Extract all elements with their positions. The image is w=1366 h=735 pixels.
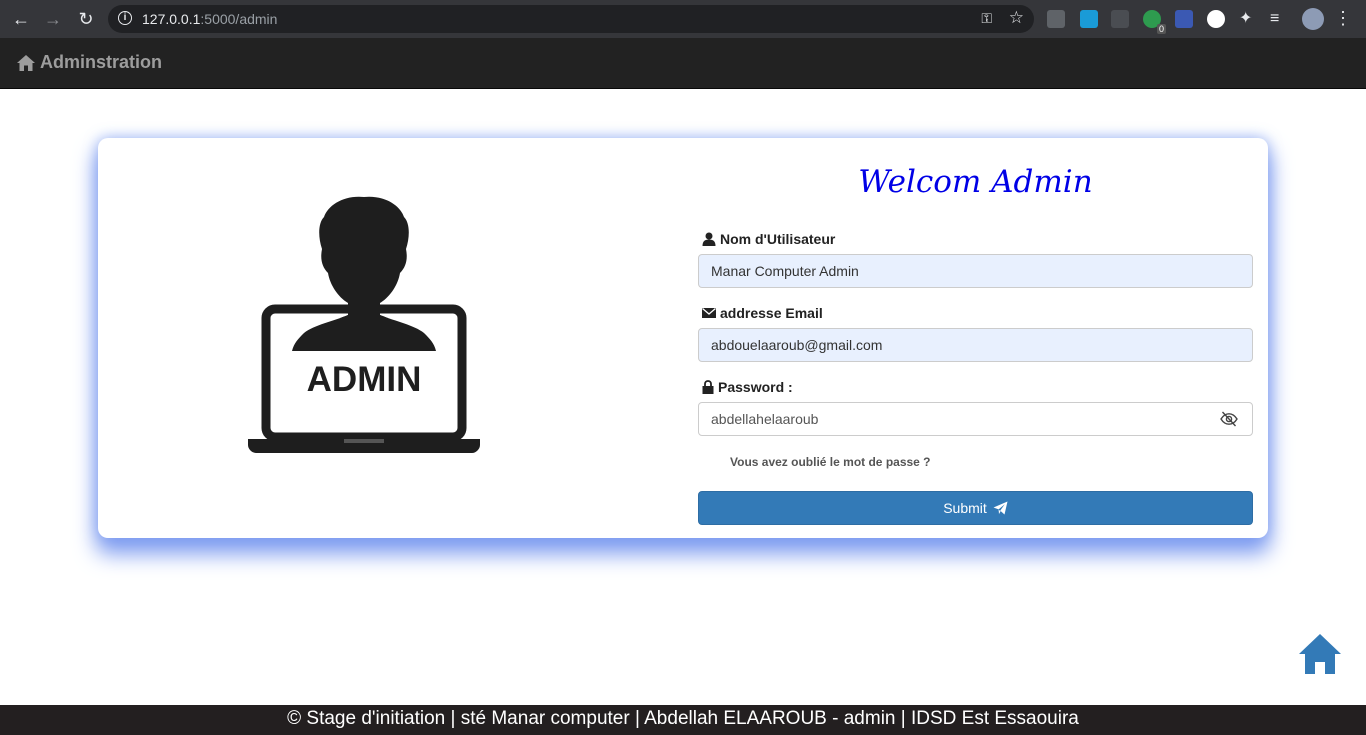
paper-plane-icon: [993, 501, 1008, 515]
submit-label: Submit: [943, 500, 987, 516]
back-icon[interactable]: ←: [11, 9, 31, 29]
home-icon: [17, 54, 35, 71]
page-title: Welcom Admin: [858, 164, 1093, 200]
profile-avatar[interactable]: [1302, 8, 1324, 30]
key-icon[interactable]: ⚿: [981, 10, 992, 27]
password-field[interactable]: abdellahelaaroub: [698, 402, 1253, 436]
url-text[interactable]: 127.0.0.1:5000/admin: [142, 11, 277, 27]
browser-menu-icon[interactable]: ⋮: [1334, 8, 1352, 28]
email-label: addresse Email: [702, 305, 823, 321]
brand-label: Adminstration: [40, 52, 163, 72]
extensions-puzzle-icon[interactable]: ✦: [1239, 10, 1257, 28]
site-info-icon[interactable]: i: [118, 11, 132, 25]
browser-toolbar: ← → ↻ i 127.0.0.1:5000/admin ⚿ ☆ 0 ✦ ≡ ⋮: [0, 0, 1366, 38]
user-icon: [702, 232, 716, 246]
forgot-password-link[interactable]: Vous avez oublié le mot de passe ?: [730, 455, 931, 469]
admin-laptop-image: ADMIN: [248, 196, 480, 453]
envelope-icon: [702, 308, 716, 318]
email-label-text: addresse Email: [720, 305, 823, 321]
submit-button[interactable]: Submit: [698, 491, 1253, 525]
home-button-icon[interactable]: [1298, 633, 1342, 675]
password-value: abdellahelaaroub: [711, 411, 819, 427]
extension-shield-icon[interactable]: 0: [1143, 10, 1166, 34]
admin-image-text: ADMIN: [307, 360, 422, 399]
extension-screen-icon[interactable]: [1175, 10, 1193, 28]
username-label-text: Nom d'Utilisateur: [720, 231, 836, 247]
extension-translate-icon[interactable]: [1080, 10, 1098, 28]
bookmark-star-icon[interactable]: ☆: [1009, 8, 1024, 28]
address-bar[interactable]: i 127.0.0.1:5000/admin ⚿ ☆: [108, 5, 1034, 33]
password-label: Password :: [702, 379, 793, 395]
reload-icon[interactable]: ↻: [76, 9, 96, 29]
email-field[interactable]: abdouelaaroub@gmail.com: [698, 328, 1253, 362]
eye-slash-icon[interactable]: [1220, 411, 1238, 427]
username-field[interactable]: Manar Computer Admin: [698, 254, 1253, 288]
navbar-brand[interactable]: Adminstration: [16, 52, 162, 73]
app-navbar: Adminstration: [0, 38, 1366, 89]
extension-cube-icon[interactable]: [1047, 10, 1065, 28]
password-label-text: Password :: [718, 379, 793, 395]
forward-icon[interactable]: →: [43, 9, 63, 29]
admin-login-card: ADMIN Welcom Admin Nom d'Utilisateur Man…: [98, 138, 1268, 538]
lock-icon: [702, 380, 714, 394]
extension-grid-icon[interactable]: [1111, 10, 1129, 28]
username-label: Nom d'Utilisateur: [702, 231, 835, 247]
media-control-icon[interactable]: ≡: [1270, 10, 1288, 28]
extension-badge: 0: [1156, 24, 1166, 34]
footer-text: © Stage d'initiation | sté Manar compute…: [287, 708, 1079, 729]
footer: © Stage d'initiation | sté Manar compute…: [0, 705, 1366, 735]
extension-circle-icon[interactable]: [1207, 10, 1225, 28]
